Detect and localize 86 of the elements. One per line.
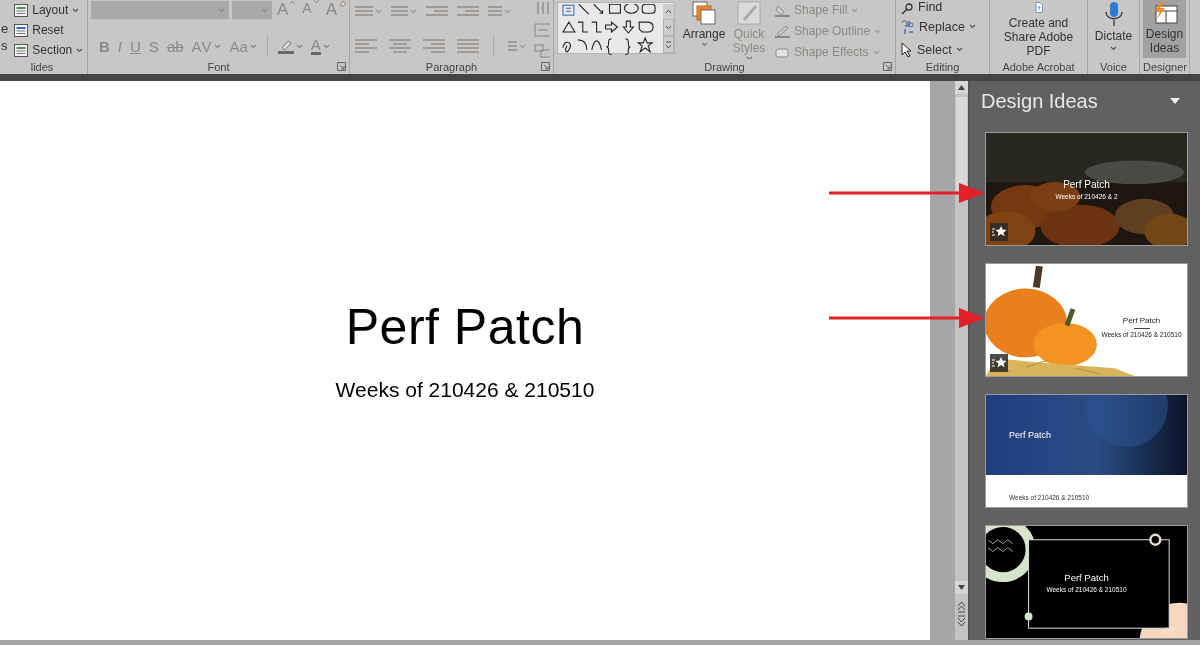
section-button[interactable]: Section — [12, 40, 84, 59]
scroll-down-icon — [955, 581, 968, 594]
caret-icon — [504, 8, 511, 14]
caret-icon — [218, 7, 225, 13]
increase-icon — [290, 0, 296, 4]
caret-icon — [322, 43, 330, 49]
dialog-launcher-icon — [883, 62, 892, 71]
dialog-launcher-icon — [337, 62, 346, 71]
search-icon — [901, 3, 914, 14]
effects-icon — [775, 45, 790, 59]
text-direction-icon — [534, 0, 550, 15]
arrange-icon — [691, 0, 717, 26]
smartart-icon — [534, 44, 550, 59]
brush-icon — [736, 0, 762, 26]
decrease-icon — [313, 0, 319, 4]
create-pdf-button[interactable]: Create and Share Adobe PDF — [993, 0, 1084, 58]
increase-indent-icon — [457, 5, 479, 17]
caret-icon — [851, 7, 859, 13]
caret-icon — [214, 43, 222, 49]
pen-icon — [775, 24, 790, 38]
group-label: Adobe Acrobat — [1002, 60, 1075, 73]
design-title: Perf Patch — [1064, 571, 1109, 583]
slide-title: Perf Patch — [345, 298, 585, 357]
gallery-up-icon — [663, 4, 674, 19]
design-title: Perf Patch — [1063, 178, 1110, 190]
group-label: Editing — [925, 60, 960, 73]
numbering-icon — [391, 5, 408, 17]
group-label: Designer — [1143, 60, 1188, 73]
reset-button[interactable]: Reset — [12, 20, 84, 40]
line-spacing-icon — [488, 5, 502, 17]
caret-icon — [410, 8, 417, 14]
panel-title: Design Ideas — [981, 89, 1098, 113]
align-left-icon — [355, 38, 377, 54]
next-slide-icon — [955, 614, 968, 628]
columns-icon — [508, 40, 517, 52]
gallery-more-icon — [663, 36, 674, 53]
button-label-fragment[interactable]: e — [1, 22, 9, 36]
decrease-indent-icon — [426, 5, 448, 17]
caret-icon — [968, 24, 976, 29]
group-label: Drawing — [704, 60, 745, 73]
dialog-launcher-icon — [541, 62, 550, 71]
caret-icon — [375, 8, 382, 14]
group-label: Paragraph — [425, 60, 478, 73]
select-button[interactable]: Select — [899, 39, 978, 59]
caret-icon — [519, 43, 526, 49]
dropdown-icon — [1170, 98, 1180, 104]
gallery-down-icon — [663, 19, 674, 36]
layout-icon — [14, 43, 29, 57]
align-right-icon — [423, 38, 445, 54]
caret-icon — [1110, 46, 1117, 51]
design-title: Perf Patch — [1009, 430, 1052, 440]
caret-icon — [700, 42, 708, 47]
caret-icon — [874, 28, 882, 34]
group-label: Voice — [1100, 60, 1127, 73]
caret-icon — [76, 47, 84, 53]
design-ideas-button[interactable]: Design Ideas — [1143, 0, 1186, 58]
group-label: lides — [30, 60, 54, 73]
replace-icon — [901, 18, 915, 35]
bullets-icon — [355, 5, 373, 17]
group-label: Font — [207, 60, 230, 73]
cursor-icon — [901, 42, 913, 57]
highlighter-icon — [277, 38, 294, 54]
caret-icon — [261, 7, 268, 13]
arrange-button[interactable]: Arrange — [681, 0, 727, 47]
caret-icon — [249, 43, 257, 49]
justify-icon — [457, 38, 479, 54]
slide-subtitle: Weeks of 210426 & 210510 — [335, 377, 595, 403]
dictate-button[interactable]: Dictate — [1091, 0, 1136, 58]
find-button[interactable]: Find — [899, 0, 978, 14]
scrollbar-thumb[interactable] — [956, 97, 967, 192]
caret-icon — [72, 7, 80, 13]
center-icon — [389, 38, 411, 54]
caret-icon — [872, 49, 880, 55]
align-text-icon — [534, 22, 550, 37]
caret-icon — [295, 43, 303, 49]
microphone-icon — [1103, 2, 1124, 26]
layout-button[interactable]: Layout — [12, 0, 84, 20]
design-title: Perf Patch — [1122, 316, 1161, 325]
layout-icon — [14, 23, 29, 37]
caret-icon — [955, 47, 963, 52]
shapes-gallery[interactable] — [557, 2, 675, 54]
layout-icon — [14, 3, 29, 17]
previous-slide-icon — [955, 600, 968, 614]
replace-button[interactable]: Replace — [899, 16, 978, 37]
button-label-fragment[interactable]: s — [1, 39, 9, 53]
eraser-icon — [339, 0, 346, 7]
